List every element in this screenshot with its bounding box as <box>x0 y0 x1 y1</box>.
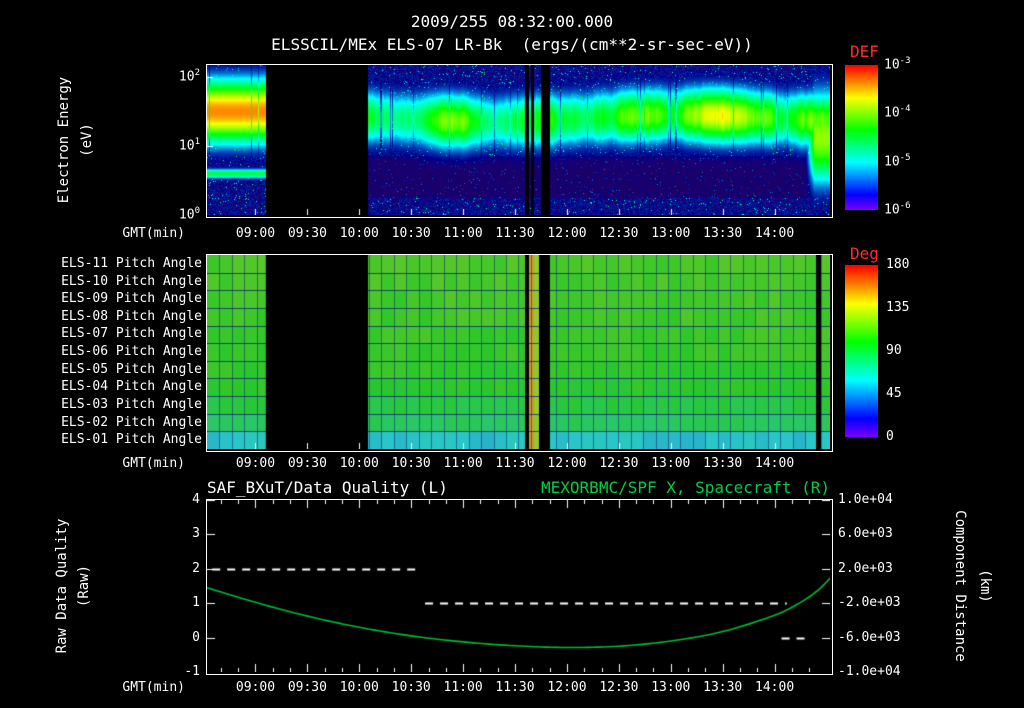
mex-els-summary-plot: 2009/255 08:32:00.000 ELSSCIL/MEx ELS-07… <box>0 0 1024 708</box>
x-tick-label-top: 14:00 <box>755 226 795 241</box>
pitch-row-label: ELS-06 Pitch Angle <box>61 344 202 359</box>
x-tick-label-bottom: 10:00 <box>339 680 379 695</box>
pitch-row-label: ELS-07 Pitch Angle <box>61 326 202 342</box>
exponent: 1 <box>194 137 200 148</box>
gmt-label-bottom: GMT(min) <box>122 680 185 695</box>
x-tick-label-middle: 10:00 <box>339 456 379 471</box>
def-scale-label: 10-5 <box>884 152 911 170</box>
distance-axis-units: (km) <box>977 569 993 603</box>
x-tick-label-bottom: 13:00 <box>651 680 691 695</box>
electron-energy-spectrogram <box>207 65 830 215</box>
deg-scale-label: 135 <box>886 300 910 315</box>
x-tick-label-top: 09:30 <box>287 226 327 241</box>
x-tick-label-top: 10:00 <box>339 226 379 241</box>
x-tick-label-bottom: 12:30 <box>599 680 639 695</box>
energy-tick-label: 100 <box>178 206 200 223</box>
pitch-row-label: ELS-01 Pitch Angle <box>61 432 202 448</box>
timestamp-title: 2009/255 08:32:00.000 <box>410 12 614 31</box>
def-scale-label: 10-3 <box>884 56 911 73</box>
x-tick-label-top: 11:30 <box>495 226 535 241</box>
distance-axis-label: Component Distance <box>952 510 968 662</box>
x-tick-label-top: 09:00 <box>235 226 276 241</box>
x-tick-label-bottom: 09:30 <box>287 680 327 695</box>
x-tick-label-middle: 13:00 <box>651 456 691 471</box>
distance-tick-label: -2.0e+03 <box>838 595 901 611</box>
x-tick-label-top: 13:30 <box>703 226 743 241</box>
quality-axis-label: Raw Data Quality <box>54 518 70 654</box>
x-tick-label-top: 10:30 <box>391 226 431 241</box>
def-scale-label: 10-6 <box>884 201 911 218</box>
deg-scale-label: 180 <box>886 257 910 272</box>
quality-tick-label: 2 <box>192 560 200 576</box>
def-colorbar <box>845 65 878 210</box>
deg-scale-label: 45 <box>886 386 902 401</box>
x-tick-label-bottom: 12:00 <box>547 680 587 695</box>
pitch-angle-frame <box>206 254 833 452</box>
deg-scale-label: 90 <box>886 343 902 358</box>
pitch-row-label: ELS-08 Pitch Angle <box>61 308 202 324</box>
x-tick-label-middle: 13:30 <box>703 456 743 471</box>
exponent: -6 <box>899 201 911 211</box>
x-tick-label-middle: 11:30 <box>495 456 535 471</box>
x-tick-label-middle: 09:30 <box>287 456 327 471</box>
x-tick-label-bottom: 09:00 <box>235 680 276 695</box>
x-tick-label-bottom: 11:00 <box>443 680 483 695</box>
x-tick-label-top: 11:00 <box>443 226 483 241</box>
distance-tick-label: -1.0e+04 <box>838 664 901 679</box>
exponent: -4 <box>899 104 911 115</box>
distance-series-title: MEXORBMC/SPF X, Spacecraft (R) <box>541 478 830 497</box>
quality-distance-plot <box>207 500 830 672</box>
x-tick-label-bottom: 14:00 <box>755 680 795 695</box>
distance-tick-label: 2.0e+03 <box>838 560 893 576</box>
pitch-row-label: ELS-10 Pitch Angle <box>61 273 202 289</box>
energy-tick-label: 102 <box>178 68 200 85</box>
x-tick-label-middle: 09:00 <box>235 456 276 471</box>
spectrogram-frame <box>206 64 833 218</box>
pitch-row-label: ELS-09 Pitch Angle <box>61 291 202 307</box>
x-tick-label-middle: 12:30 <box>599 456 639 471</box>
quality-distance-frame <box>206 499 833 675</box>
pitch-angle-panels <box>207 255 830 449</box>
energy-axis-units: (eV) <box>79 123 95 157</box>
energy-axis-label: Electron Energy <box>56 76 72 204</box>
pitch-row-label: ELS-02 Pitch Angle <box>61 414 202 430</box>
quality-tick-label: 4 <box>192 492 200 507</box>
deg-colorbar <box>845 265 878 437</box>
def-scale-label: 10-4 <box>884 104 911 121</box>
deg-colorbar-title: Deg <box>850 244 879 263</box>
distance-tick-label: 6.0e+03 <box>838 526 893 542</box>
x-tick-label-middle: 14:00 <box>755 456 795 471</box>
quality-tick-label: 1 <box>192 595 200 611</box>
x-tick-label-top: 12:00 <box>547 226 587 241</box>
exponent: -3 <box>899 56 911 66</box>
exponent: 0 <box>194 206 200 216</box>
x-tick-label-top: 13:00 <box>651 226 691 241</box>
x-tick-label-top: 12:30 <box>599 226 639 241</box>
x-tick-label-bottom: 10:30 <box>391 680 431 695</box>
def-colorbar-title: DEF <box>850 42 879 61</box>
exponent: 2 <box>194 68 200 79</box>
x-tick-label-middle: 11:00 <box>443 456 483 471</box>
pitch-row-label: ELS-04 Pitch Angle <box>61 379 202 395</box>
pitch-row-label: ELS-11 Pitch Angle <box>61 255 202 271</box>
x-tick-label-middle: 10:30 <box>391 456 431 471</box>
pitch-row-label: ELS-05 Pitch Angle <box>61 361 202 377</box>
distance-tick-label: -6.0e+03 <box>838 629 901 645</box>
quality-tick-label: 3 <box>192 526 200 542</box>
deg-scale-label: 0 <box>886 429 894 444</box>
quality-tick-label: 0 <box>192 629 200 645</box>
gmt-label-top: GMT(min) <box>122 226 185 241</box>
energy-tick-label: 101 <box>178 137 200 154</box>
pitch-row-label: ELS-03 Pitch Angle <box>61 396 202 412</box>
gmt-label-middle: GMT(min) <box>122 456 185 471</box>
x-tick-label-bottom: 13:30 <box>703 680 743 695</box>
quality-axis-units: (Raw) <box>76 564 92 608</box>
quality-tick-label: -1 <box>184 664 200 679</box>
exponent: -5 <box>899 152 911 163</box>
x-tick-label-bottom: 11:30 <box>495 680 535 695</box>
x-tick-label-middle: 12:00 <box>547 456 587 471</box>
quality-series-title: SAF_BXuT/Data Quality (L) <box>207 478 448 497</box>
distance-tick-label: 1.0e+04 <box>838 492 893 507</box>
